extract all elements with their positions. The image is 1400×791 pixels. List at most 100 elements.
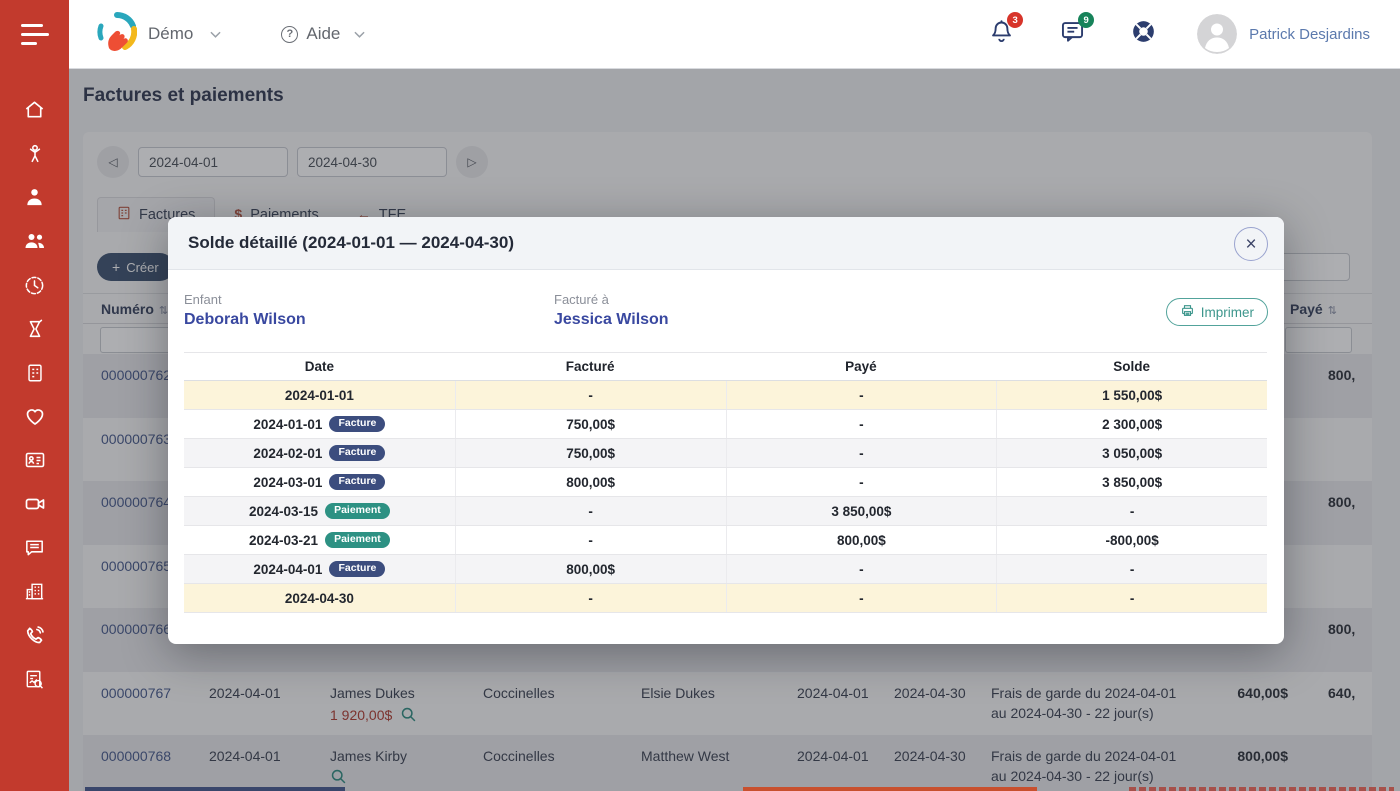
topbar: Démo ? Aide 3 9 Patrick Desjardins <box>69 0 1400 69</box>
main-content: Factures et paiements ◁ ▷ Factures$Paiem… <box>69 69 1400 791</box>
chevron-down-icon <box>210 31 221 38</box>
balance-detail-modal: Solde détaillé (2024-01-01 — 2024-04-30)… <box>168 217 1284 644</box>
sidebar-item-phone[interactable] <box>0 614 69 658</box>
question-icon: ? <box>281 26 298 43</box>
menu-toggle-icon[interactable] <box>0 0 69 69</box>
sidebar-nav <box>0 69 69 701</box>
avatar[interactable] <box>1197 14 1237 54</box>
paye-value: 800,00$ <box>726 526 997 554</box>
balance-row: 2024-02-01Facture750,00$-3 050,00$ <box>184 439 1267 468</box>
messages-count-badge: 9 <box>1078 12 1094 28</box>
home-icon <box>23 98 46 121</box>
sidebar-item-invoice[interactable] <box>0 351 69 395</box>
chat-icon <box>23 536 46 559</box>
sidebar-item-id-card[interactable] <box>0 438 69 482</box>
sidebar-item-people[interactable] <box>0 219 69 263</box>
facture-value: - <box>455 381 726 409</box>
facture-value: - <box>455 584 726 612</box>
balance-column-header: Facturé <box>455 359 726 374</box>
sidebar <box>0 0 69 791</box>
solde-value: 3 850,00$ <box>996 468 1267 496</box>
balance-row: 2024-01-01--1 550,00$ <box>184 381 1267 410</box>
balance-column-header: Date <box>184 359 455 374</box>
balance-table-body: 2024-01-01--1 550,00$2024-01-01Facture75… <box>184 381 1267 613</box>
solde-value: 3 050,00$ <box>996 439 1267 467</box>
paye-value: - <box>726 555 997 583</box>
org-switcher[interactable]: Démo <box>97 12 221 57</box>
print-button[interactable]: Imprimer <box>1166 298 1268 326</box>
adult-icon <box>23 186 46 209</box>
sidebar-item-home[interactable] <box>0 88 69 132</box>
life-ring-icon <box>1130 32 1157 49</box>
help-label: Aide <box>306 24 340 44</box>
balance-table-header: DateFacturéPayéSolde <box>184 352 1267 381</box>
balance-row: 2024-04-30--- <box>184 584 1267 613</box>
bell-icon <box>988 32 1015 49</box>
billed-to-label: Facturé à <box>554 292 669 307</box>
sidebar-item-child[interactable] <box>0 132 69 176</box>
notifications-count-badge: 3 <box>1007 12 1023 28</box>
child-name-link[interactable]: Deborah Wilson <box>184 311 306 329</box>
modal-header: Solde détaillé (2024-01-01 — 2024-04-30) <box>168 217 1284 270</box>
sidebar-item-building[interactable] <box>0 570 69 614</box>
balance-column-header: Payé <box>726 359 997 374</box>
child-info: Enfant Deborah Wilson <box>184 292 306 329</box>
solde-value: - <box>996 497 1267 525</box>
help-menu[interactable]: ? Aide <box>281 24 365 44</box>
solde-value: 2 300,00$ <box>996 410 1267 438</box>
id-card-icon <box>23 448 47 472</box>
heart-icon <box>23 404 47 428</box>
paye-value: - <box>726 584 997 612</box>
billed-to-name-link[interactable]: Jessica Wilson <box>554 311 669 329</box>
billed-to-info: Facturé à Jessica Wilson <box>554 292 669 329</box>
balance-table: DateFacturéPayéSolde 2024-01-01--1 550,0… <box>184 352 1267 613</box>
facture-value: 750,00$ <box>455 410 726 438</box>
messages-button[interactable]: 9 <box>1059 18 1086 50</box>
paiement-badge: Paiement <box>325 503 390 520</box>
paye-value: - <box>726 439 997 467</box>
bottom-clipped-element <box>85 787 345 791</box>
child-label: Enfant <box>184 292 306 307</box>
facture-value: 750,00$ <box>455 439 726 467</box>
sidebar-item-adult[interactable] <box>0 176 69 220</box>
clock-icon <box>23 274 46 297</box>
balance-row: 2024-03-15Paiement-3 850,00$- <box>184 497 1267 526</box>
sidebar-item-heart[interactable] <box>0 395 69 439</box>
hourglass-icon <box>24 318 46 340</box>
printer-icon <box>1180 303 1195 321</box>
facture-badge: Facture <box>329 561 385 578</box>
solde-value: - <box>996 584 1267 612</box>
balance-row: 2024-04-01Facture800,00$-- <box>184 555 1267 584</box>
facture-badge: Facture <box>329 445 385 462</box>
sidebar-item-chat[interactable] <box>0 526 69 570</box>
sidebar-item-clock[interactable] <box>0 263 69 307</box>
invoice-icon <box>24 362 46 384</box>
people-icon <box>23 229 47 253</box>
facture-value: - <box>455 497 726 525</box>
sidebar-item-video-camera[interactable] <box>0 482 69 526</box>
facture-value: 800,00$ <box>455 555 726 583</box>
solde-value: - <box>996 555 1267 583</box>
facture-value: - <box>455 526 726 554</box>
chevron-down-icon <box>354 31 365 38</box>
bottom-clipped-element <box>743 787 1037 791</box>
report-icon <box>23 668 46 691</box>
solde-value: -800,00$ <box>996 526 1267 554</box>
balance-column-header: Solde <box>996 359 1267 374</box>
close-icon[interactable]: × <box>1234 227 1268 261</box>
balance-row: 2024-03-01Facture800,00$-3 850,00$ <box>184 468 1267 497</box>
modal-title: Solde détaillé (2024-01-01 — 2024-04-30) <box>188 233 514 253</box>
facture-badge: Facture <box>329 474 385 491</box>
sidebar-item-hourglass[interactable] <box>0 307 69 351</box>
balance-row: 2024-01-01Facture750,00$-2 300,00$ <box>184 410 1267 439</box>
user-menu[interactable]: Patrick Desjardins <box>1249 26 1370 43</box>
paiement-badge: Paiement <box>325 532 390 549</box>
facture-badge: Facture <box>329 416 385 433</box>
notifications-button[interactable]: 3 <box>988 18 1015 50</box>
facture-value: 800,00$ <box>455 468 726 496</box>
support-button[interactable] <box>1130 18 1157 50</box>
sidebar-item-report[interactable] <box>0 657 69 701</box>
video-camera-icon <box>23 492 47 516</box>
paye-value: - <box>726 381 997 409</box>
phone-icon <box>23 624 46 647</box>
